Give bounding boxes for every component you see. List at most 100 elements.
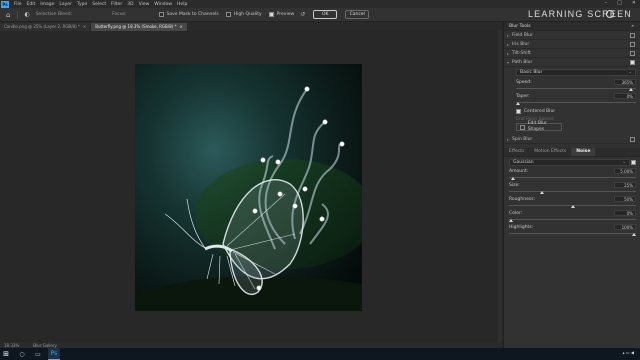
photoshop-taskbar-icon[interactable]: Ps bbox=[48, 348, 60, 360]
size-value[interactable]: 25% bbox=[614, 182, 636, 188]
centered-blur-checkbox[interactable] bbox=[516, 108, 521, 114]
menu-select[interactable]: Select bbox=[92, 2, 106, 7]
taper-value[interactable]: 0% bbox=[614, 93, 636, 99]
menu-layer[interactable]: Layer bbox=[59, 2, 72, 7]
cancel-button[interactable]: Cancel bbox=[345, 10, 370, 19]
iris-blur-label: Iris Blur bbox=[512, 41, 530, 47]
amount-knob[interactable] bbox=[511, 177, 516, 180]
size-track[interactable] bbox=[509, 191, 636, 192]
minimize-icon[interactable]: – bbox=[605, 0, 608, 6]
task-view-icon[interactable]: ▭ bbox=[32, 348, 44, 360]
field-blur-checkbox[interactable] bbox=[630, 32, 635, 38]
close-tab-icon[interactable]: × bbox=[179, 24, 182, 29]
edit-blur-shapes-toggle[interactable]: Edit Blur Shapes bbox=[516, 121, 562, 132]
speed-value[interactable]: 365% bbox=[614, 79, 636, 85]
tab-label: Candle.png @ 25% (Layer 2, RGB/8) * bbox=[4, 24, 80, 29]
speed-slider[interactable]: Speed: 365% bbox=[516, 79, 636, 93]
document-canvas[interactable] bbox=[135, 64, 362, 311]
reset-icon[interactable]: ↺ bbox=[300, 11, 305, 18]
focus-label: Focus: bbox=[112, 12, 127, 17]
noise-enable-checkbox[interactable] bbox=[631, 160, 636, 165]
edit-blur-shapes-checkbox[interactable] bbox=[520, 124, 525, 130]
close-icon[interactable]: ✕ bbox=[632, 0, 636, 6]
menu-window[interactable]: Window bbox=[154, 2, 172, 7]
spin-blur-row[interactable]: ▸ Spin Blur bbox=[504, 135, 640, 144]
amount-label: Amount: bbox=[509, 169, 529, 174]
tab-candle[interactable]: Candle.png @ 25% (Layer 2, RGB/8) * × bbox=[0, 23, 91, 31]
path-blur-row[interactable]: ▾ Path Blur bbox=[504, 58, 640, 67]
noise-type-value: Gaussian bbox=[513, 160, 534, 165]
menu-type[interactable]: Type bbox=[77, 2, 87, 7]
taper-slider[interactable]: Taper: 0% bbox=[516, 93, 636, 107]
zoom-level[interactable]: 18.33% bbox=[4, 343, 19, 348]
maximize-icon[interactable]: □ bbox=[617, 0, 622, 6]
highlights-label: Highlights: bbox=[509, 225, 534, 230]
amount-track[interactable] bbox=[509, 177, 636, 178]
centered-blur-option[interactable]: Centered Blur bbox=[516, 107, 640, 115]
iris-blur-checkbox[interactable] bbox=[630, 41, 635, 47]
preview-checkbox[interactable] bbox=[268, 12, 274, 17]
menu-help[interactable]: Help bbox=[177, 2, 187, 7]
search-icon[interactable]: ○ bbox=[16, 348, 28, 360]
path-blur-mode-select[interactable]: Basic Blur ⌄ bbox=[516, 69, 636, 76]
vertical-scrollbar[interactable] bbox=[498, 31, 502, 342]
brand-logo-text: LEARNING SCREEN bbox=[527, 9, 632, 19]
menu-filter[interactable]: Filter bbox=[111, 2, 122, 7]
panel-title: Blur Tools bbox=[509, 24, 531, 29]
menu-image[interactable]: Image bbox=[40, 2, 54, 7]
highlights-knob[interactable] bbox=[632, 233, 636, 236]
speed-track[interactable] bbox=[516, 88, 636, 89]
windows-start-icon[interactable]: ⊞ bbox=[0, 348, 12, 360]
taper-knob[interactable] bbox=[516, 102, 520, 105]
tilt-shift-label: Tilt-Shift bbox=[512, 50, 531, 56]
menu-3d[interactable]: 3D bbox=[127, 2, 133, 7]
photoshop-logo-icon: Ps bbox=[1, 0, 9, 8]
butterfly-image bbox=[135, 64, 362, 311]
menu-view[interactable]: View bbox=[139, 2, 150, 7]
size-knob[interactable] bbox=[539, 191, 544, 194]
menu-file[interactable]: File bbox=[14, 2, 22, 7]
menu-edit[interactable]: Edit bbox=[27, 2, 36, 7]
selection-bleed-label: Selection Bleed: bbox=[35, 12, 73, 17]
high-quality-label: High Quality bbox=[233, 12, 262, 17]
color-slider[interactable]: Color: 0% bbox=[509, 210, 636, 224]
roughness-slider[interactable]: Roughness: 50% bbox=[509, 196, 636, 210]
color-value[interactable]: 0% bbox=[614, 210, 636, 216]
tilt-shift-row[interactable]: ▸ Tilt-Shift bbox=[504, 49, 640, 58]
close-tab-icon[interactable]: × bbox=[83, 24, 86, 29]
high-quality-checkbox[interactable] bbox=[225, 12, 231, 17]
menu-bar: Ps File Edit Image Layer Type Select Fil… bbox=[0, 0, 640, 8]
spin-blur-checkbox[interactable] bbox=[630, 136, 635, 142]
color-knob[interactable] bbox=[509, 219, 513, 222]
noise-type-select[interactable]: Gaussian ⌄ bbox=[509, 159, 630, 166]
amount-value[interactable]: 5.00% bbox=[614, 168, 636, 174]
system-tray: ▴ ▭ ◀ bbox=[622, 350, 634, 355]
roughness-knob[interactable] bbox=[570, 205, 575, 208]
field-blur-row[interactable]: ▸ Field Blur bbox=[504, 31, 640, 40]
iris-blur-row[interactable]: ▸ Iris Blur bbox=[504, 40, 640, 49]
preview-label: Preview bbox=[276, 12, 295, 17]
options-bar: ⌂ ◐ Selection Bleed: Focus: Save Mask to… bbox=[0, 8, 640, 22]
highlights-track[interactable] bbox=[509, 233, 636, 234]
roughness-label: Roughness: bbox=[509, 197, 536, 202]
field-blur-label: Field Blur bbox=[512, 32, 533, 38]
path-blur-checkbox[interactable] bbox=[630, 59, 635, 65]
amount-slider[interactable]: Amount: 5.00% bbox=[509, 168, 636, 182]
color-track[interactable] bbox=[509, 219, 636, 220]
home-icon[interactable]: ⌂ bbox=[6, 11, 10, 19]
tab-butterfly[interactable]: Butterfly.png @ 18.3% (Smoke, RGB/8) * × bbox=[91, 23, 187, 31]
speed-knob[interactable] bbox=[628, 88, 633, 91]
panel-collapse-icon[interactable]: » bbox=[631, 22, 634, 31]
highlights-slider[interactable]: Highlights: 100% bbox=[509, 224, 636, 238]
size-slider[interactable]: Size: 25% bbox=[509, 182, 636, 196]
blur-tool-icon[interactable]: ◐ bbox=[24, 11, 29, 18]
ok-button[interactable]: OK bbox=[313, 10, 338, 19]
tab-effects[interactable]: Effects bbox=[504, 148, 529, 156]
highlights-value[interactable]: 100% bbox=[614, 224, 636, 230]
tab-motion-effects[interactable]: Motion Effects bbox=[529, 148, 571, 156]
tab-noise[interactable]: Noise bbox=[571, 148, 596, 156]
roughness-value[interactable]: 50% bbox=[614, 196, 636, 202]
tilt-shift-checkbox[interactable] bbox=[630, 50, 635, 56]
save-mask-checkbox[interactable] bbox=[158, 12, 164, 17]
taper-track[interactable] bbox=[516, 102, 636, 103]
